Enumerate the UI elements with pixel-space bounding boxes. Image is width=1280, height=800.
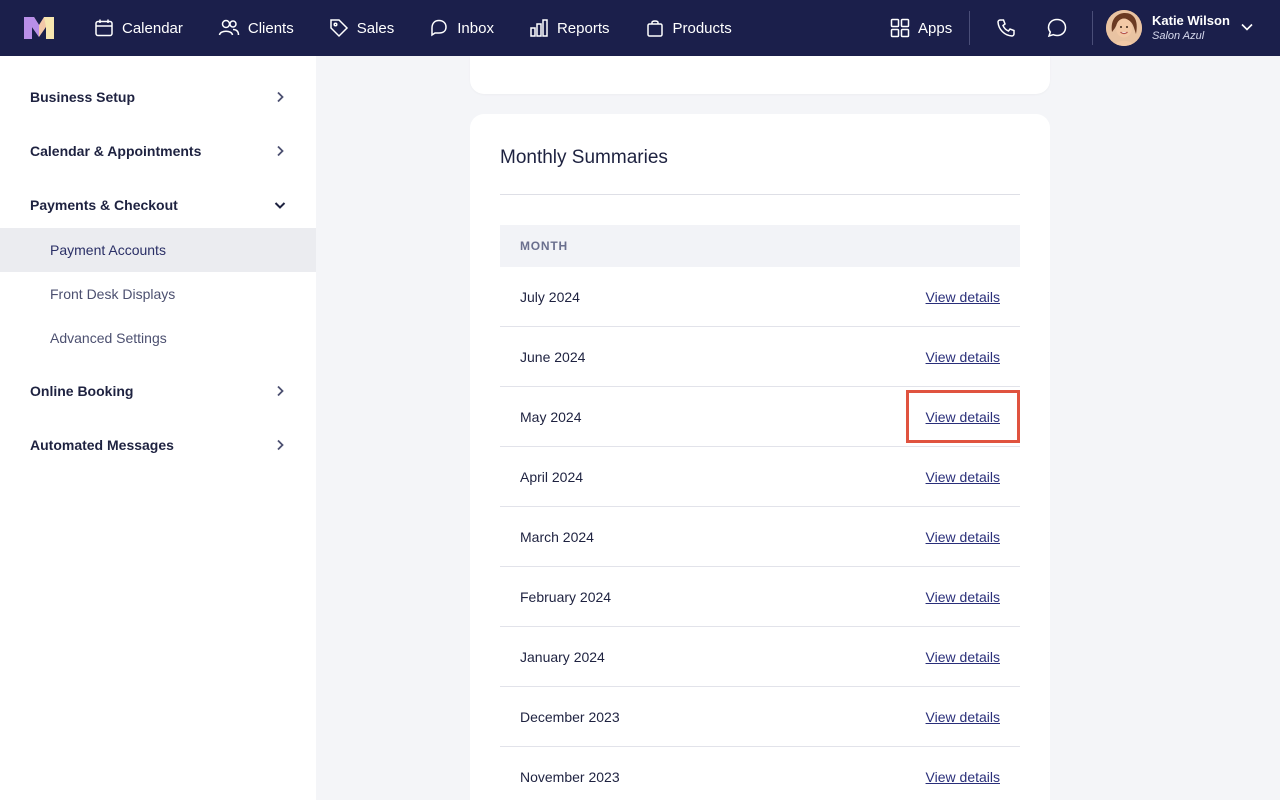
sidebar-item-payment-accounts[interactable]: Payment Accounts: [0, 228, 316, 272]
tag-icon: [329, 19, 348, 38]
phone-button[interactable]: [992, 14, 1020, 42]
card-title: Monthly Summaries: [500, 147, 668, 168]
row-month: January 2024: [520, 648, 605, 665]
row-month: June 2024: [520, 348, 586, 365]
main-nav: Calendar Clients Sales Inbox Reports Pro…: [94, 0, 767, 56]
chat-button[interactable]: [1043, 14, 1071, 42]
nav-reports[interactable]: Reports: [529, 0, 610, 56]
sidebar-section-business-setup[interactable]: Business Setup: [0, 77, 316, 117]
view-details-link[interactable]: View details: [926, 589, 1000, 605]
logo-icon[interactable]: [24, 17, 54, 39]
settings-sidebar: Business Setup Calendar & Appointments P…: [0, 56, 316, 800]
user-menu[interactable]: Katie Wilson Salon Azul: [1106, 10, 1230, 46]
chevron-right-icon: [277, 145, 284, 157]
chat-bubble-icon: [1047, 18, 1067, 38]
row-month: April 2024: [520, 468, 584, 485]
user-name: Katie Wilson: [1152, 13, 1230, 28]
view-details-link[interactable]: View details: [926, 469, 1000, 485]
row-month: November 2023: [520, 768, 620, 785]
sidebar-section-automated-messages[interactable]: Automated Messages: [0, 425, 316, 465]
sidebar-section-label: Online Booking: [30, 383, 134, 399]
header-divider: [969, 11, 970, 45]
chevron-right-icon: [277, 385, 284, 397]
table-row: April 2024 View details: [500, 447, 1020, 507]
row-month: March 2024: [520, 528, 594, 545]
clients-icon: [218, 19, 240, 36]
table-row: May 2024 View details: [500, 387, 1020, 447]
calendar-icon: [95, 19, 113, 37]
sidebar-section-label: Business Setup: [30, 89, 136, 105]
sidebar-section-payments-checkout[interactable]: Payments & Checkout: [0, 185, 316, 225]
view-details-link[interactable]: View details: [926, 349, 1000, 365]
sidebar-section-label: Payments & Checkout: [30, 197, 178, 213]
apps-button[interactable]: Apps: [890, 0, 952, 56]
view-details-link[interactable]: View details: [926, 409, 1000, 425]
avatar-portrait-icon: [1106, 10, 1142, 46]
view-details-link[interactable]: View details: [926, 649, 1000, 665]
header-divider: [1092, 11, 1093, 45]
view-details-link[interactable]: View details: [926, 289, 1000, 305]
table-row: July 2024 View details: [500, 267, 1020, 327]
row-month: July 2024: [520, 288, 580, 305]
nav-sales[interactable]: Sales: [329, 0, 395, 56]
sidebar-section-calendar-appointments[interactable]: Calendar & Appointments: [0, 131, 316, 171]
table-row: November 2023 View details: [500, 747, 1020, 800]
nav-inbox[interactable]: Inbox: [429, 0, 494, 56]
sidebar-section-online-booking[interactable]: Online Booking: [0, 371, 316, 411]
table-header: MONTH: [500, 225, 1020, 267]
inbox-icon: [431, 19, 448, 37]
sidebar-section-label: Automated Messages: [30, 437, 174, 453]
table-row: February 2024 View details: [500, 567, 1020, 627]
sidebar-section-label: Calendar & Appointments: [30, 143, 202, 159]
chevron-down-icon: [274, 202, 286, 209]
sidebar-item-front-desk-displays[interactable]: Front Desk Displays: [0, 272, 316, 316]
divider: [500, 194, 1020, 195]
bag-icon: [646, 20, 663, 37]
row-month: February 2024: [520, 588, 612, 605]
view-details-link[interactable]: View details: [926, 709, 1000, 725]
previous-card: [470, 56, 1050, 94]
nav-products-label: Products: [672, 19, 732, 37]
nav-products[interactable]: Products: [645, 0, 732, 56]
nav-calendar[interactable]: Calendar: [94, 0, 183, 56]
sidebar-item-advanced-settings[interactable]: Advanced Settings: [0, 316, 316, 360]
nav-inbox-label: Inbox: [457, 19, 494, 37]
sidebar-item-label: Front Desk Displays: [50, 286, 176, 302]
chevron-right-icon: [277, 91, 284, 103]
apps-grid-icon: [890, 18, 910, 38]
row-month: May 2024: [520, 408, 582, 425]
nav-clients[interactable]: Clients: [218, 0, 294, 56]
reports-icon: [530, 19, 548, 37]
nav-calendar-label: Calendar: [122, 19, 183, 37]
table-row: December 2023 View details: [500, 687, 1020, 747]
monthly-summaries-card: Monthly Summaries MONTH July 2024 View d…: [470, 114, 1050, 800]
view-details-link[interactable]: View details: [926, 769, 1000, 785]
chevron-down-icon[interactable]: [1240, 20, 1254, 34]
avatar: [1106, 10, 1142, 46]
column-header-month: MONTH: [520, 239, 568, 253]
business-name: Salon Azul: [1152, 30, 1205, 42]
sidebar-item-label: Advanced Settings: [50, 330, 167, 346]
phone-icon: [997, 19, 1015, 37]
apps-label: Apps: [918, 19, 953, 37]
nav-sales-label: Sales: [356, 19, 395, 37]
sidebar-item-label: Payment Accounts: [50, 242, 166, 258]
row-month: December 2023: [520, 708, 620, 725]
view-details-link[interactable]: View details: [926, 529, 1000, 545]
top-navigation-bar: Calendar Clients Sales Inbox Reports Pro…: [0, 0, 1280, 56]
nav-clients-label: Clients: [247, 19, 294, 37]
chevron-right-icon: [277, 439, 284, 451]
nav-reports-label: Reports: [556, 19, 610, 37]
table-row: January 2024 View details: [500, 627, 1020, 687]
table-row: March 2024 View details: [500, 507, 1020, 567]
user-info: Katie Wilson Salon Azul: [1152, 13, 1230, 43]
table-row: June 2024 View details: [500, 327, 1020, 387]
